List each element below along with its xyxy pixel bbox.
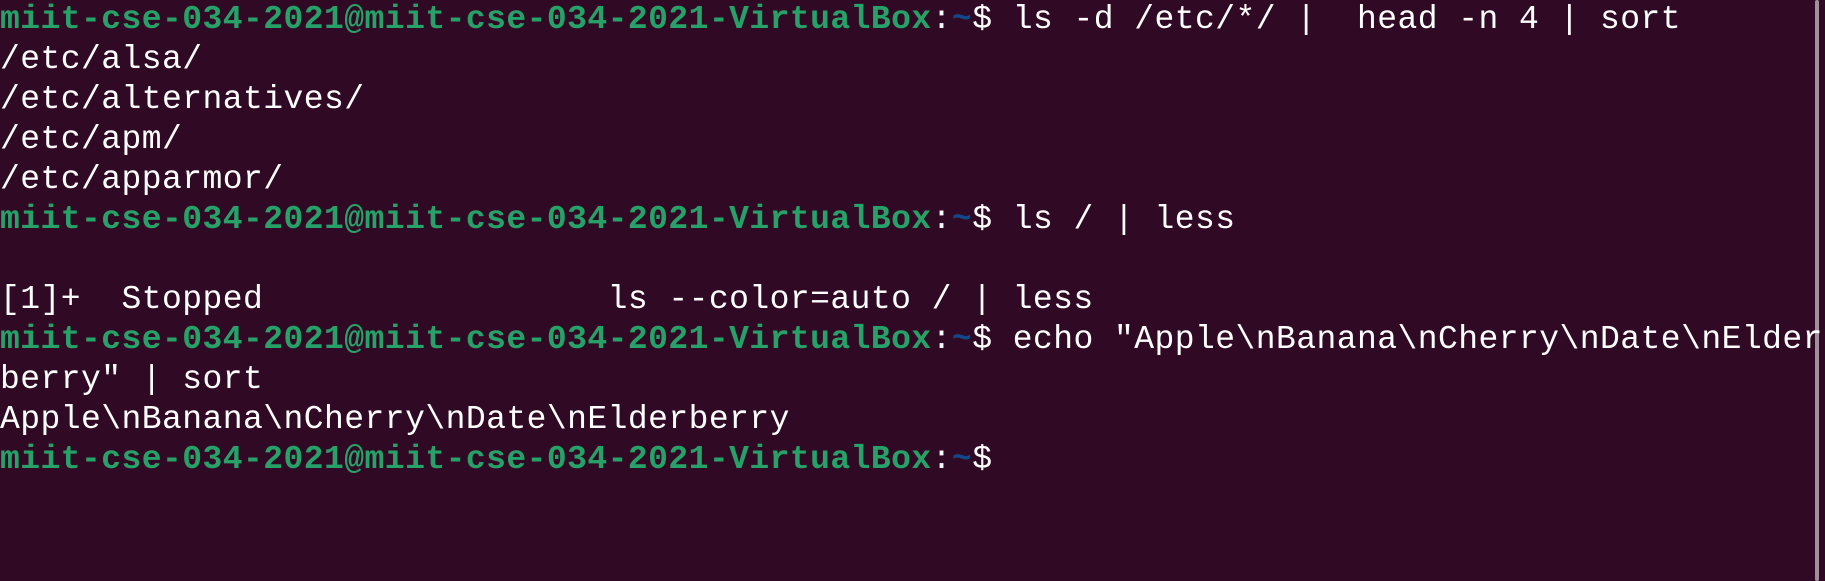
prompt-line: miit-cse-034-2021@miit-cse-034-2021-Virt… [0, 0, 1823, 40]
prompt-separator: : [931, 441, 952, 478]
command-text: echo "Apple\nBanana\nCherry\nDate\nElder [992, 321, 1823, 358]
prompt-user-host: miit-cse-034-2021@miit-cse-034-2021-Virt… [0, 1, 932, 38]
output-line: /etc/alternatives/ [0, 81, 365, 118]
job-status-line: [1]+ Stopped ls --color=auto / | less [0, 281, 1094, 318]
terminal-window[interactable]: miit-cse-034-2021@miit-cse-034-2021-Virt… [0, 0, 1825, 581]
vertical-scrollbar[interactable] [1815, 0, 1819, 581]
prompt-separator: : [931, 201, 952, 238]
prompt-path: ~ [951, 441, 973, 478]
prompt-separator: : [931, 1, 952, 38]
prompt-symbol: $ [972, 441, 993, 478]
prompt-user-host: miit-cse-034-2021@miit-cse-034-2021-Virt… [0, 201, 932, 238]
output-line: /etc/alsa/ [0, 41, 203, 78]
output-line: /etc/apm/ [0, 121, 183, 158]
output-line: Apple\nBanana\nCherry\nDate\nElderberry [0, 401, 790, 438]
prompt-path: ~ [951, 201, 973, 238]
prompt-line: miit-cse-034-2021@miit-cse-034-2021-Virt… [0, 200, 1823, 240]
prompt-line: miit-cse-034-2021@miit-cse-034-2021-Virt… [0, 320, 1823, 360]
output-line-blank [0, 240, 1823, 280]
prompt-user-host: miit-cse-034-2021@miit-cse-034-2021-Virt… [0, 321, 932, 358]
terminal-output: miit-cse-034-2021@miit-cse-034-2021-Virt… [0, 0, 1823, 480]
prompt-user-host: miit-cse-034-2021@miit-cse-034-2021-Virt… [0, 441, 932, 478]
command-text: ls / | less [992, 201, 1236, 238]
prompt-symbol: $ [972, 321, 993, 358]
command-text: ls -d /etc/*/ | head -n 4 | sort [992, 1, 1682, 38]
command-wrap-line: berry" | sort [0, 361, 264, 398]
prompt-symbol: $ [972, 201, 993, 238]
prompt-path: ~ [951, 321, 973, 358]
prompt-symbol: $ [972, 1, 993, 38]
prompt-line-current[interactable]: miit-cse-034-2021@miit-cse-034-2021-Virt… [0, 440, 1823, 480]
output-line: /etc/apparmor/ [0, 161, 284, 198]
prompt-path: ~ [951, 1, 973, 38]
prompt-separator: : [931, 321, 952, 358]
